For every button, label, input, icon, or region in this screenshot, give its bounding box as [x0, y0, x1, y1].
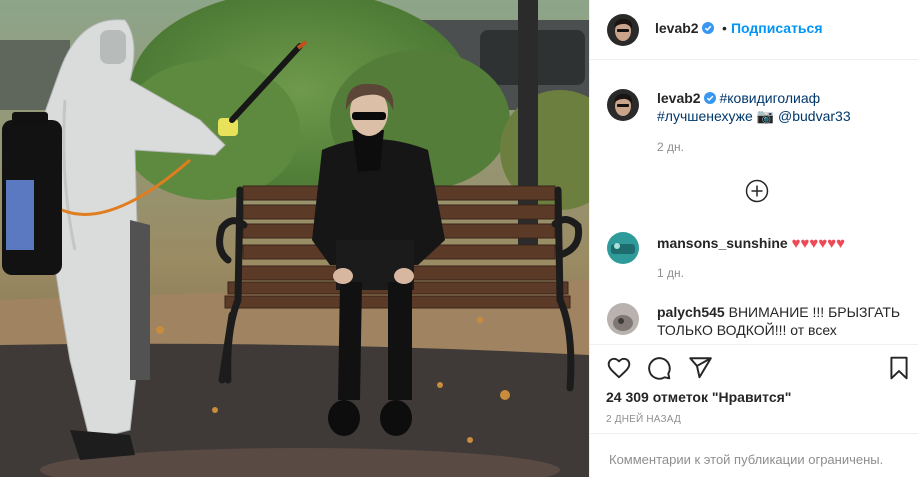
comment-username[interactable]: mansons_sunshine — [657, 235, 788, 251]
likes-count: 24 309 — [606, 389, 649, 405]
header-separator: • — [722, 20, 727, 36]
bookmark-icon[interactable] — [886, 355, 912, 381]
comment-avatar[interactable] — [607, 303, 639, 335]
likes-summary[interactable]: 24 309 отметок "Нравится" — [606, 389, 791, 405]
post-photo[interactable] — [0, 0, 589, 477]
add-comment-icon[interactable] — [745, 179, 769, 203]
post-sidebar: levab2 • Подписаться levab2 #ковидиголиаф… — [589, 0, 918, 477]
follow-button[interactable]: Подписаться — [731, 20, 823, 36]
comment-avatar[interactable] — [607, 232, 639, 264]
divider — [590, 433, 918, 434]
comment-item: palych545 ВНИМАНИЕ !!! БРЫЗГАТЬ ТОЛЬКО В… — [657, 303, 907, 339]
comment-username[interactable]: palych545 — [657, 304, 725, 320]
post-header: levab2 • Подписаться — [590, 0, 918, 60]
caption-avatar[interactable] — [607, 89, 639, 121]
comments-list[interactable]: levab2 #ковидиголиаф #лучшенехуже 📷 @bud… — [590, 60, 918, 344]
mention-link[interactable]: @budvar33 — [778, 108, 851, 124]
comment-text: ВНИМАНИЕ !!! БРЫЗГАТЬ — [728, 304, 901, 320]
caption-text: levab2 #ковидиголиаф #лучшенехуже 📷 @bud… — [657, 89, 907, 125]
camera-emoji: 📷 — [756, 108, 775, 124]
hashtag-link[interactable]: #лучшенехуже — [657, 108, 753, 124]
post-timestamp[interactable]: 2 ДНЕЙ НАЗАД — [606, 414, 681, 425]
comment-icon[interactable] — [646, 355, 672, 381]
verified-icon — [701, 21, 714, 34]
caption-username[interactable]: levab2 — [657, 90, 701, 106]
comment-text: ♥♥♥♥♥♥ — [791, 235, 846, 252]
comment-text: ТОЛЬКО ВОДКОЙ!!! от всех — [657, 322, 837, 338]
verified-icon — [703, 90, 716, 104]
comment-time[interactable]: 1 дн. — [657, 266, 684, 280]
heart-outline-icon[interactable] — [606, 355, 632, 381]
likes-label: отметок "Нравится" — [652, 389, 792, 405]
header-username[interactable]: levab2 — [655, 20, 699, 36]
comments-limited-notice: Комментарии к этой публикации ограничены… — [609, 452, 884, 467]
comment-avatar-image — [607, 232, 639, 264]
photo-scene — [0, 0, 589, 477]
avatar[interactable] — [607, 14, 639, 46]
caption-avatar-image — [607, 89, 639, 121]
comment-avatar-image — [607, 303, 639, 335]
comment-item: mansons_sunshine ♥♥♥♥♥♥ — [657, 234, 845, 253]
avatar-image — [607, 14, 639, 46]
post-actions: 24 309 отметок "Нравится" 2 ДНЕЙ НАЗАД К… — [590, 344, 918, 477]
caption-time[interactable]: 2 дн. — [657, 140, 684, 154]
hashtag-link[interactable]: #ковидиголиаф — [719, 90, 820, 106]
share-icon[interactable] — [687, 355, 713, 381]
